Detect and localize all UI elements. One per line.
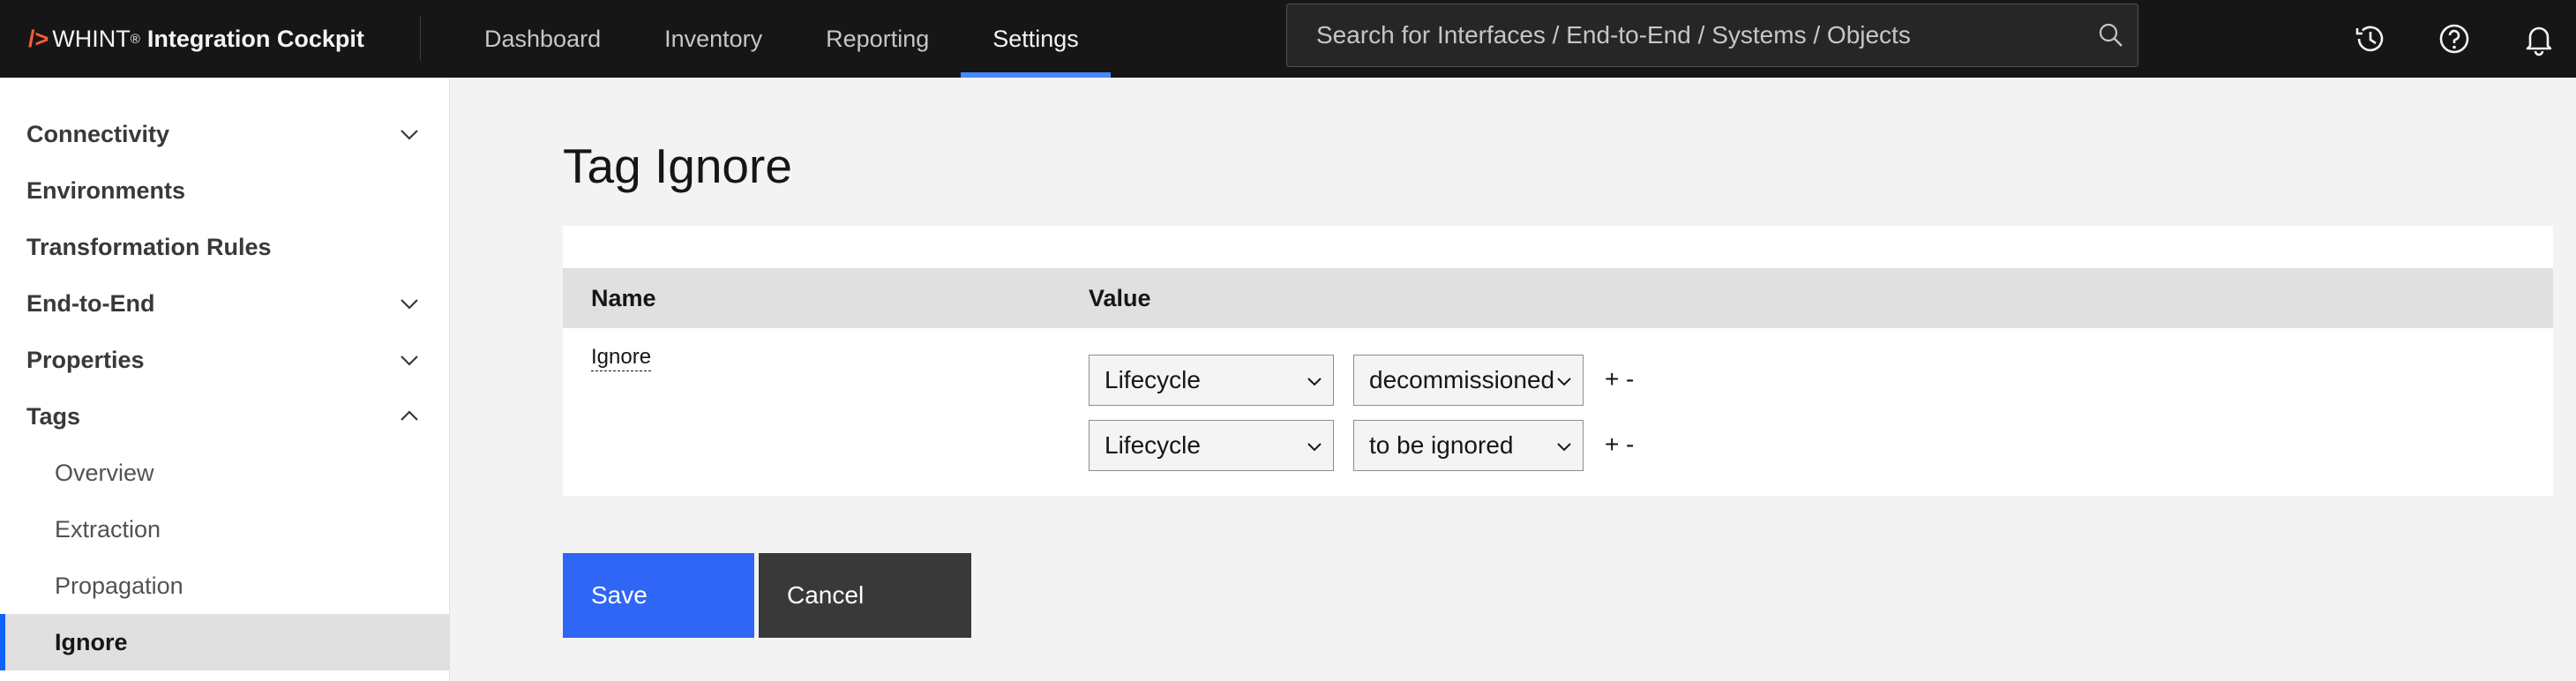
chevron-down-icon [401, 299, 418, 310]
main-nav: Dashboard Inventory Reporting Settings [453, 0, 1111, 78]
value-select[interactable]: to be ignored [1353, 420, 1584, 471]
nav-inventory[interactable]: Inventory [633, 0, 794, 78]
tag-select-value: Lifecycle [1105, 431, 1201, 459]
page-title: Tag Ignore [563, 138, 792, 193]
tag-select-value: Lifecycle [1105, 366, 1201, 393]
remove-value-button[interactable]: - [1626, 430, 1634, 459]
tag-select[interactable]: Lifecycle [1089, 420, 1334, 471]
brand-whint: WHINT [52, 25, 131, 52]
search-icon[interactable] [2085, 4, 2138, 67]
brand-product-name: Integration Cockpit [146, 25, 364, 52]
chevron-down-icon [1557, 443, 1571, 452]
chevron-up-icon [401, 410, 418, 421]
table-header: Name Value [563, 268, 2553, 328]
help-icon[interactable] [2430, 14, 2479, 64]
save-button[interactable]: Save [563, 553, 754, 638]
value-select-value: decommissioned [1369, 366, 1555, 393]
table-row-name[interactable]: Ignore [591, 344, 652, 371]
tag-select[interactable]: Lifecycle [1089, 355, 1334, 406]
add-value-button[interactable]: + [1605, 365, 1619, 393]
header-divider [420, 17, 421, 61]
search-input[interactable] [1287, 4, 2085, 66]
chevron-down-icon [401, 130, 418, 140]
top-header: /> WHINT ® Integration Cockpit Dashboard … [0, 0, 2576, 78]
sidebar-item-properties[interactable]: Properties [0, 332, 450, 388]
brand-registered-mark: ® [130, 31, 140, 47]
global-search [1286, 4, 2138, 67]
sidebar-item-transformation-rules[interactable]: Transformation Rules [0, 219, 450, 275]
sidebar-item-end-to-end[interactable]: End-to-End [0, 275, 450, 332]
chevron-down-icon [1307, 378, 1322, 386]
sidebar-subitem-overview[interactable]: Overview [0, 445, 450, 501]
add-value-button[interactable]: + [1605, 430, 1619, 459]
tag-ignore-table: Name Value Ignore Lifecycle decommission… [563, 226, 2553, 496]
settings-sidebar: Connectivity Environments Transformation… [0, 78, 450, 681]
brand-logo[interactable]: /> WHINT ® Integration Cockpit [0, 0, 420, 78]
nav-dashboard[interactable]: Dashboard [453, 0, 633, 78]
sidebar-item-tags[interactable]: Tags [0, 388, 450, 445]
nav-reporting[interactable]: Reporting [794, 0, 961, 78]
remove-value-button[interactable]: - [1626, 365, 1634, 393]
sidebar-item-environments[interactable]: Environments [0, 162, 450, 219]
notification-icon[interactable] [2514, 14, 2564, 64]
chevron-down-icon [1307, 443, 1322, 452]
column-header-name: Name [591, 284, 656, 311]
sidebar-subitem-ignore[interactable]: Ignore [0, 614, 450, 670]
value-select[interactable]: decommissioned [1353, 355, 1584, 406]
sidebar-item-label: Environments [26, 176, 186, 204]
sidebar-item-label: End-to-End [26, 289, 155, 317]
chevron-down-icon [1557, 378, 1571, 386]
sidebar-item-label: Properties [26, 346, 145, 373]
sidebar-item-connectivity[interactable]: Connectivity [0, 106, 450, 162]
sidebar-item-label: Connectivity [26, 120, 170, 147]
sidebar-subitem-extraction[interactable]: Extraction [0, 501, 450, 558]
history-icon[interactable] [2345, 14, 2394, 64]
value-select-value: to be ignored [1369, 431, 1514, 459]
brand-slash: /> [28, 25, 49, 52]
chevron-down-icon [401, 355, 418, 366]
column-header-value: Value [1089, 284, 1151, 311]
sidebar-item-label: Transformation Rules [26, 233, 272, 260]
sidebar-subitem-propagation[interactable]: Propagation [0, 558, 450, 614]
sidebar-item-label: Tags [26, 402, 81, 430]
cancel-button[interactable]: Cancel [759, 553, 971, 638]
nav-settings[interactable]: Settings [961, 0, 1111, 78]
